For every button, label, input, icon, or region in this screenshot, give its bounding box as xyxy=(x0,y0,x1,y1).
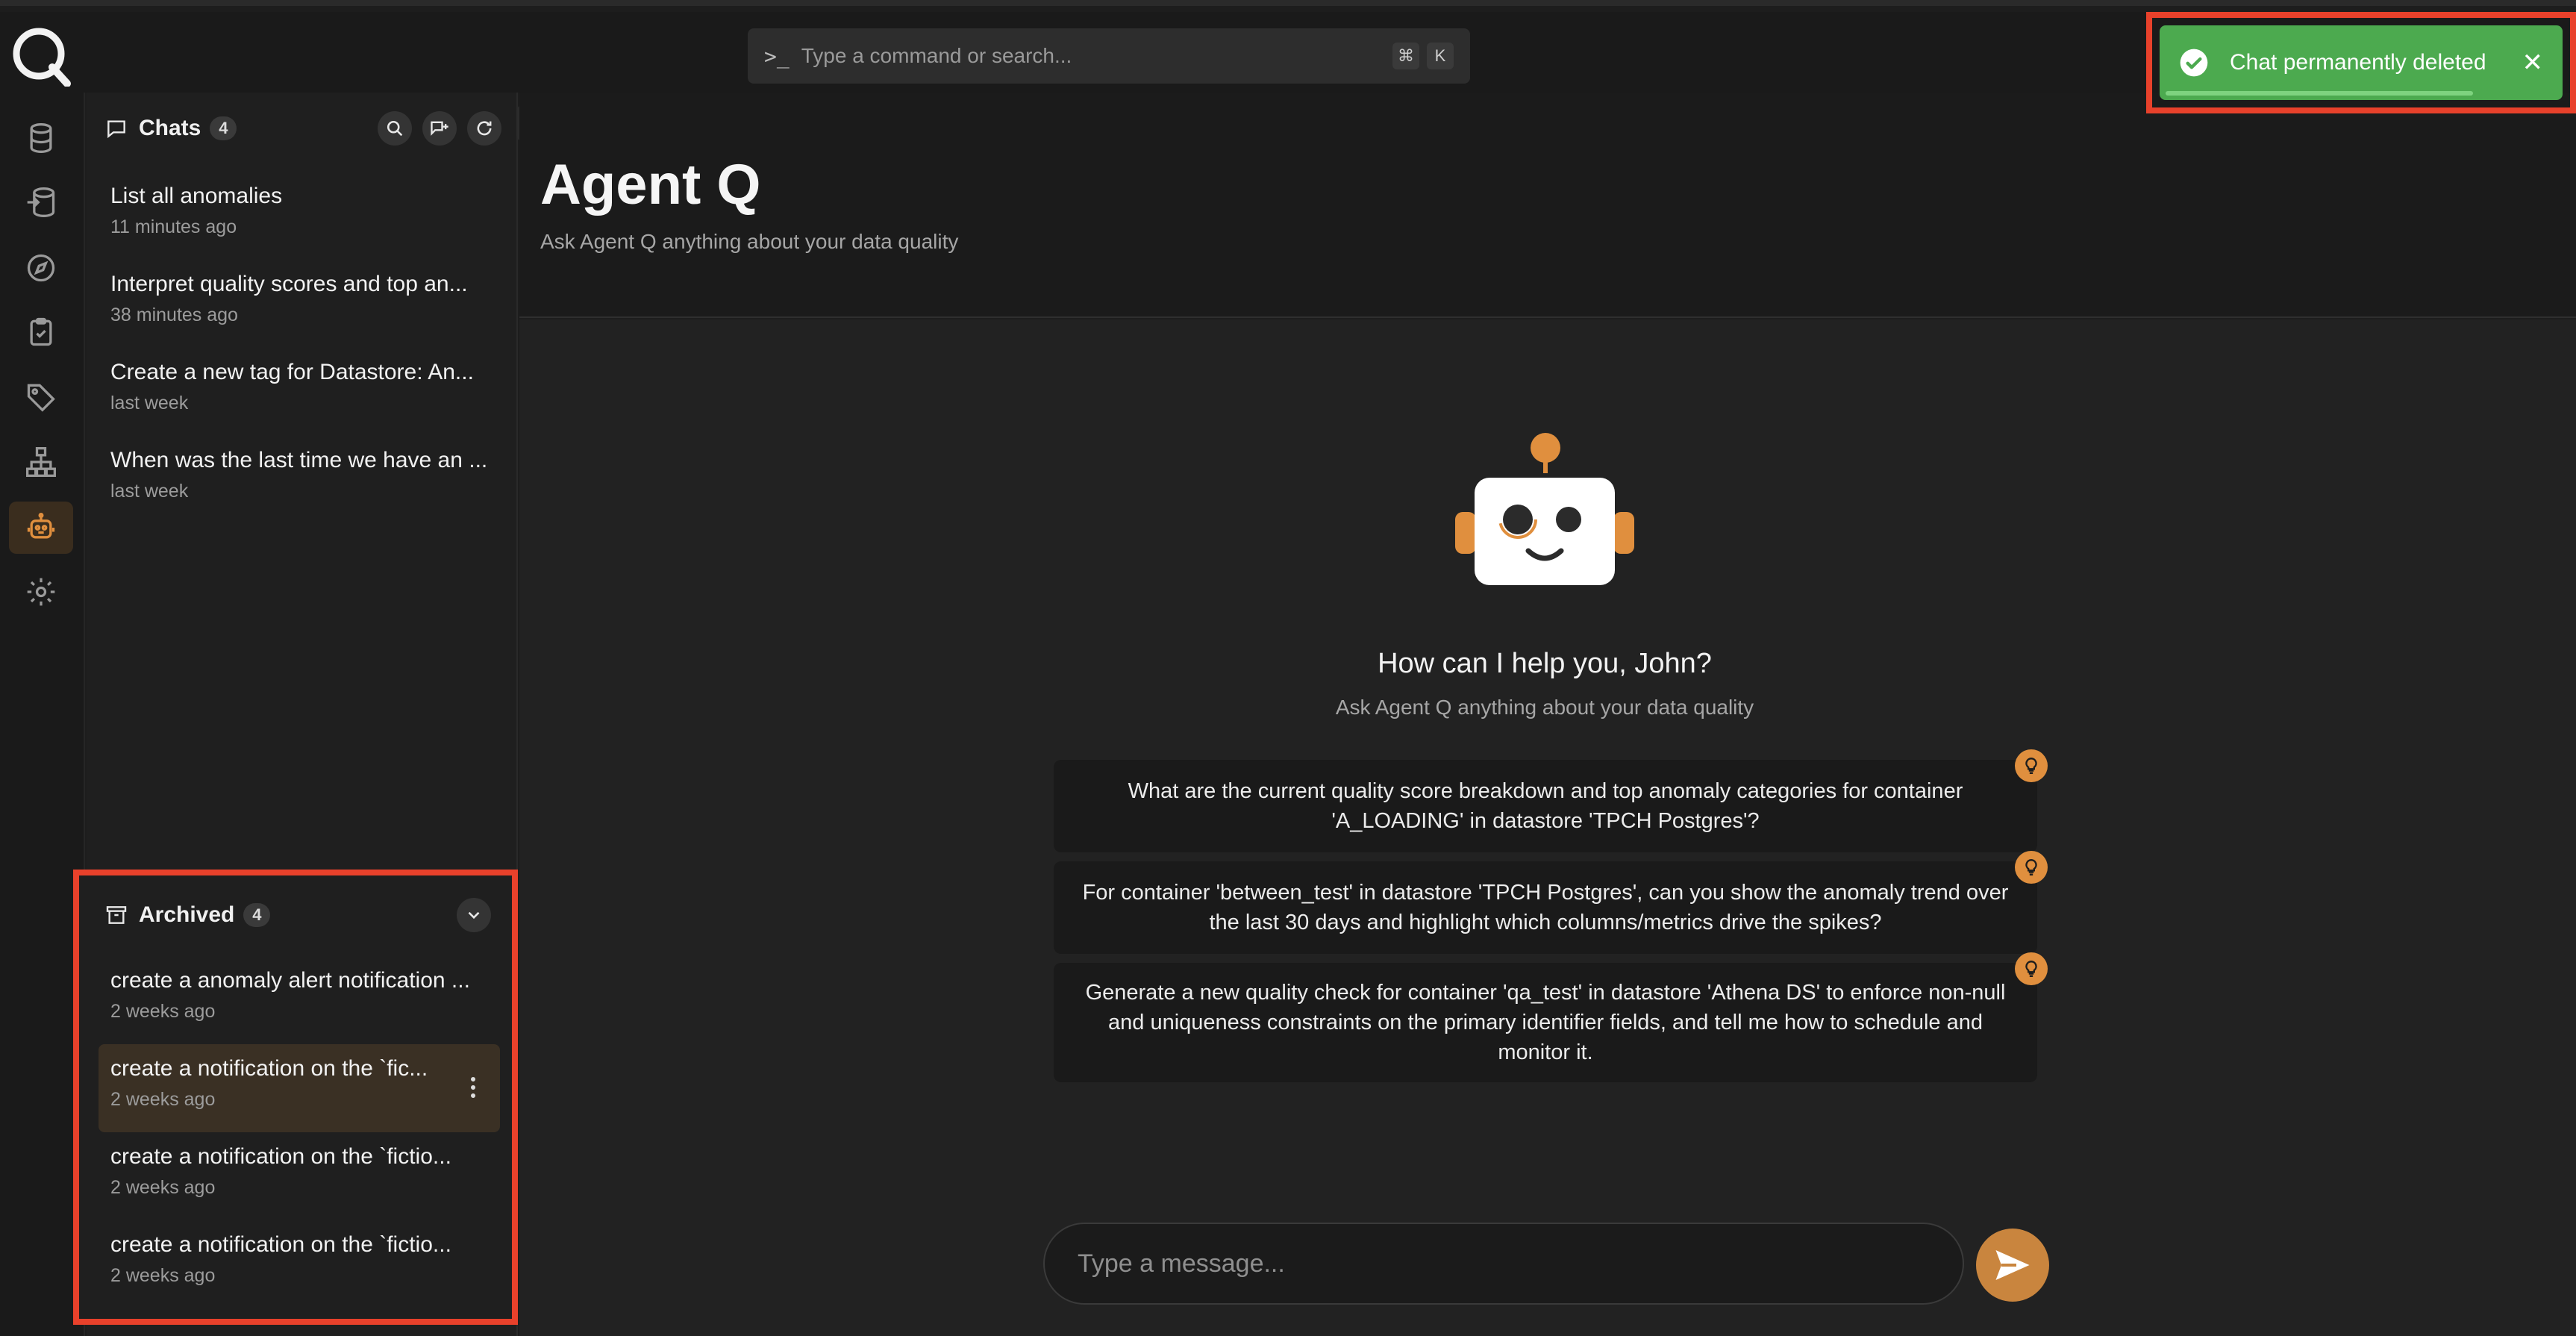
search-icon xyxy=(387,120,403,137)
hierarchy-icon xyxy=(26,447,56,477)
refresh-icon xyxy=(477,121,492,136)
archived-chat-title: create a anomaly alert notification ... xyxy=(110,968,470,993)
nav-tags[interactable] xyxy=(9,370,73,422)
archived-chat-title: create a notification on the `fictio... xyxy=(110,1144,451,1169)
nav-datastores[interactable] xyxy=(9,112,73,164)
nav-lineage[interactable] xyxy=(9,436,73,488)
agent-robot-icon xyxy=(1455,433,1634,585)
gear-icon xyxy=(27,578,55,606)
archive-box-icon xyxy=(106,906,127,924)
lightbulb-icon xyxy=(2015,851,2048,884)
chevron-down-icon xyxy=(468,911,480,920)
database-import-icon xyxy=(27,187,55,217)
compass-icon xyxy=(27,254,55,282)
terminal-icon: >_ xyxy=(764,43,790,69)
command-search-bar[interactable]: >_ Type a command or search... ⌘ K xyxy=(748,28,1470,84)
archived-chat-timestamp: 2 weeks ago xyxy=(110,1001,216,1022)
archived-chat-timestamp: 2 weeks ago xyxy=(110,1089,216,1110)
archived-chat-title: create a notification on the `fic... xyxy=(110,1056,428,1081)
message-input[interactable]: Type a message... xyxy=(1043,1223,1964,1305)
main-header: Agent Q Ask Agent Q anything about your … xyxy=(519,93,2576,318)
send-icon xyxy=(1995,1250,2030,1280)
chat-title: Interpret quality scores and top an... xyxy=(110,272,468,296)
chat-add-icon xyxy=(431,121,448,136)
archived-list-item[interactable]: create a notification on the `fic... 2 w… xyxy=(99,1044,500,1132)
archived-list: create a anomaly alert notification ... … xyxy=(99,956,500,1308)
chats-header: Chats 4 xyxy=(104,106,501,151)
chat-timestamp: last week xyxy=(110,481,189,502)
clipboard-check-icon xyxy=(30,317,52,346)
greeting-subtitle: Ask Agent Q anything about your data qua… xyxy=(1335,696,1754,719)
robot-icon xyxy=(27,513,55,539)
refresh-chats-button[interactable] xyxy=(467,111,501,146)
chat-timestamp: last week xyxy=(110,393,189,413)
chat-list: List all anomalies 11 minutes ago Interp… xyxy=(99,170,504,522)
lightbulb-icon xyxy=(2015,952,2048,985)
archived-chat-timestamp: 2 weeks ago xyxy=(110,1177,216,1198)
chat-title: Create a new tag for Datastore: An... xyxy=(110,360,474,384)
archived-chat-timestamp: 2 weeks ago xyxy=(110,1265,216,1286)
tag-icon xyxy=(27,384,55,412)
nav-checks[interactable] xyxy=(9,306,73,358)
chat-title: List all anomalies xyxy=(110,184,283,208)
shortcut-cmd-key: ⌘ xyxy=(1392,43,1419,69)
chat-list-item[interactable]: List all anomalies 11 minutes ago xyxy=(99,170,504,258)
chat-timestamp: 11 minutes ago xyxy=(110,216,237,237)
command-search-placeholder: Type a command or search... xyxy=(801,44,1072,67)
archived-section: Archived 4 create a anomaly alert notifi… xyxy=(73,870,518,1325)
chat-timestamp: 38 minutes ago xyxy=(110,305,238,325)
chat-list-item[interactable]: When was the last time we have an ... la… xyxy=(99,434,504,522)
chats-count-badge: 4 xyxy=(210,116,237,140)
toast-notification: Chat permanently deleted ✕ xyxy=(2160,25,2563,100)
shortcut-k-key: K xyxy=(1427,43,1454,69)
chat-title: When was the last time we have an ... xyxy=(110,448,488,472)
toast-message: Chat permanently deleted xyxy=(2230,50,2486,75)
send-button[interactable] xyxy=(1976,1229,2049,1302)
chat-list-item[interactable]: Create a new tag for Datastore: An... la… xyxy=(99,346,504,434)
suggestion-card[interactable]: Generate a new quality check for contain… xyxy=(1054,963,2037,1082)
archived-title: Archived xyxy=(139,902,235,927)
archived-list-item[interactable]: create a anomaly alert notification ... … xyxy=(99,956,500,1044)
nav-explore[interactable] xyxy=(9,242,73,294)
toast-progress-bar xyxy=(2166,91,2473,96)
greeting-heading: How can I help you, John? xyxy=(1378,648,1712,679)
toast-close-button[interactable]: ✕ xyxy=(2522,48,2544,78)
nav-sources[interactable] xyxy=(9,176,73,228)
search-chats-button[interactable] xyxy=(378,111,412,146)
archived-list-item[interactable]: create a notification on the `fictio... … xyxy=(99,1132,500,1220)
nav-agent-q[interactable] xyxy=(9,502,73,554)
archived-count-badge: 4 xyxy=(243,903,271,927)
app-window: >_ Type a command or search... ⌘ K Chats… xyxy=(0,0,2576,1336)
nav-settings[interactable] xyxy=(9,566,73,618)
lightbulb-icon xyxy=(2015,749,2048,782)
chat-bubble-icon xyxy=(107,120,125,139)
chats-title: Chats xyxy=(139,116,201,140)
chat-list-item[interactable]: Interpret quality scores and top an... 3… xyxy=(99,258,504,346)
archived-list-item[interactable]: create a notification on the `fictio... … xyxy=(99,1220,500,1308)
page-subtitle: Ask Agent Q anything about your data qua… xyxy=(540,230,959,253)
more-options-icon[interactable] xyxy=(466,1073,481,1102)
suggestion-card[interactable]: For container 'between_test' in datastor… xyxy=(1054,861,2037,954)
archived-header[interactable]: Archived 4 xyxy=(104,896,491,934)
new-chat-button[interactable] xyxy=(422,111,457,146)
app-logo-icon[interactable] xyxy=(9,24,72,87)
suggestion-card[interactable]: What are the current quality score break… xyxy=(1054,760,2037,852)
nav-rail xyxy=(0,93,85,1336)
page-title: Agent Q xyxy=(540,153,761,216)
archived-chat-title: create a notification on the `fictio... xyxy=(110,1232,451,1257)
database-icon xyxy=(30,123,52,153)
check-circle-icon xyxy=(2180,49,2208,77)
archived-collapse-button[interactable] xyxy=(457,898,491,932)
